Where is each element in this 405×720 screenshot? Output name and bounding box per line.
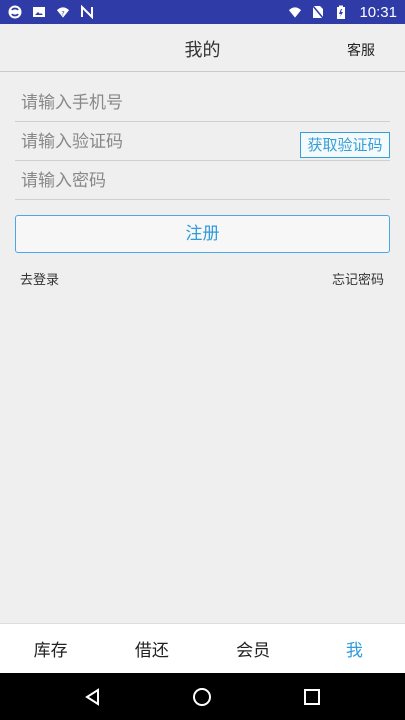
phone-input[interactable]: [15, 84, 390, 121]
tab-inventory[interactable]: 库存: [0, 624, 101, 673]
status-right: 10:31: [288, 4, 397, 21]
wifi-question-icon: ?: [56, 5, 70, 19]
go-login-link[interactable]: 去登录: [20, 269, 59, 288]
home-icon[interactable]: [190, 685, 214, 709]
tab-me[interactable]: 我: [304, 624, 405, 673]
register-button[interactable]: 注册: [15, 215, 390, 253]
battery-charging-icon: [334, 5, 348, 19]
s-logo-icon: [8, 5, 22, 19]
recents-icon[interactable]: [300, 685, 324, 709]
verification-field-row: 获取验证码: [15, 123, 390, 161]
password-field-row: [15, 162, 390, 200]
page-title: 我的: [184, 40, 221, 61]
no-sim-icon: [311, 5, 325, 19]
back-icon[interactable]: [81, 685, 105, 709]
password-input[interactable]: [15, 162, 390, 199]
wifi-icon: [288, 5, 302, 19]
customer-service-button[interactable]: 客服: [347, 40, 375, 60]
tab-members[interactable]: 会员: [203, 624, 304, 673]
bottom-tab-bar: 库存 借还 会员 我: [0, 623, 405, 673]
register-form: 获取验证码: [15, 84, 390, 201]
get-code-button[interactable]: 获取验证码: [300, 132, 390, 158]
status-time: 10:31: [359, 3, 397, 21]
image-icon: [32, 5, 46, 19]
title-bar: 我的 客服: [0, 24, 405, 72]
status-bar: ? 10:31: [0, 0, 405, 24]
tab-borrow-return[interactable]: 借还: [101, 624, 202, 673]
forgot-password-link[interactable]: 忘记密码: [332, 269, 384, 288]
android-navigation-bar: [0, 673, 405, 720]
phone-field-row: [15, 84, 390, 122]
account-links: 去登录 忘记密码: [20, 269, 384, 288]
n-logo-icon: [80, 5, 94, 19]
svg-text:?: ?: [61, 10, 64, 18]
status-left: ?: [8, 5, 94, 19]
